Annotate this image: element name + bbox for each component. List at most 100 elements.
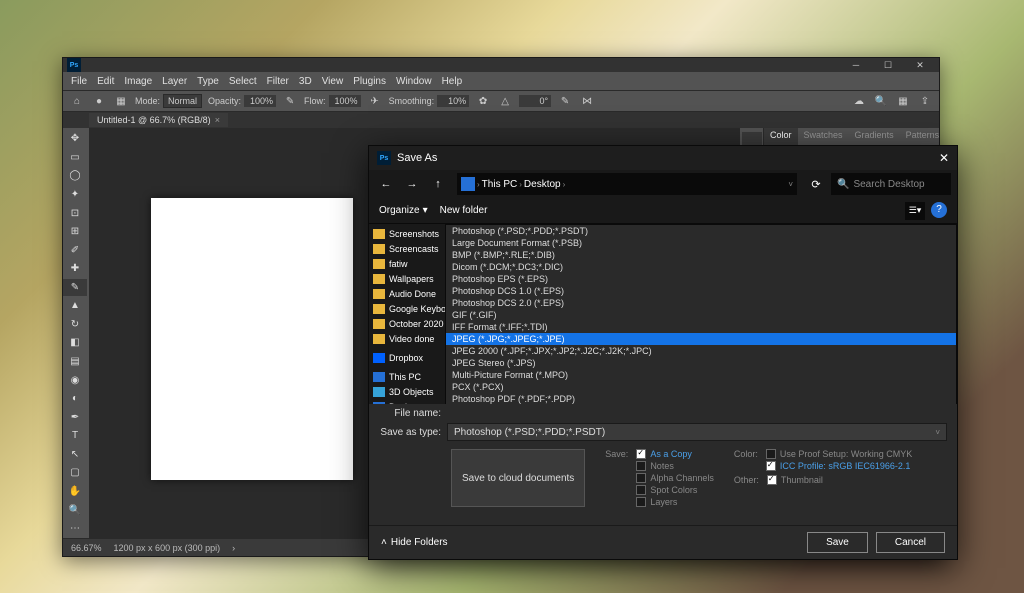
airbrush-icon[interactable]: ✈: [367, 93, 383, 109]
notes-checkbox[interactable]: [636, 461, 646, 471]
lasso-tool[interactable]: ◯: [63, 167, 87, 185]
dialog-close-button[interactable]: ✕: [939, 151, 949, 165]
tab-gradients[interactable]: Gradients: [849, 128, 900, 145]
tab-swatches[interactable]: Swatches: [798, 128, 849, 145]
frame-tool[interactable]: ⊞: [63, 223, 87, 241]
share-icon[interactable]: ⇪: [917, 93, 933, 109]
move-tool[interactable]: ✥: [63, 130, 87, 148]
history-brush-tool[interactable]: ↻: [63, 316, 87, 334]
format-option[interactable]: GIF (*.GIF): [446, 309, 956, 321]
thumbnail-checkbox[interactable]: [767, 475, 777, 485]
cancel-button[interactable]: Cancel: [876, 532, 945, 553]
pressure-opacity-icon[interactable]: ✎: [282, 93, 298, 109]
format-dropdown-list[interactable]: Photoshop (*.PSD;*.PDD;*.PSDT)Large Docu…: [445, 224, 957, 404]
hide-folders-button[interactable]: ˄ Hide Folders: [381, 537, 448, 548]
format-option[interactable]: Photoshop DCS 1.0 (*.EPS): [446, 285, 956, 297]
format-option[interactable]: BMP (*.BMP;*.RLE;*.DIB): [446, 249, 956, 261]
angle-value[interactable]: 0°: [519, 95, 551, 107]
menu-file[interactable]: File: [71, 76, 87, 87]
format-option[interactable]: Large Document Format (*.PSB): [446, 237, 956, 249]
mode-dropdown[interactable]: Normal: [163, 94, 202, 108]
format-option[interactable]: Photoshop EPS (*.EPS): [446, 273, 956, 285]
smoothing-options-icon[interactable]: ✿: [475, 93, 491, 109]
format-option[interactable]: Photoshop DCS 2.0 (*.EPS): [446, 297, 956, 309]
smoothing-value[interactable]: 10%: [437, 95, 469, 107]
format-option[interactable]: IFF Format (*.IFF;*.TDI): [446, 321, 956, 333]
edit-toolbar[interactable]: ⋯: [63, 520, 87, 538]
menu-3d[interactable]: 3D: [299, 76, 312, 87]
tab-patterns[interactable]: Patterns: [900, 128, 946, 145]
search-input[interactable]: 🔍 Search Desktop: [831, 173, 951, 195]
sidebar-item[interactable]: Audio Done: [369, 286, 445, 301]
format-option[interactable]: Dicom (*.DCM;*.DC3;*.DIC): [446, 261, 956, 273]
document-info[interactable]: 1200 px x 600 px (300 ppi): [114, 543, 221, 553]
sidebar-item[interactable]: This PC: [369, 369, 445, 384]
pressure-size-icon[interactable]: ✎: [557, 93, 573, 109]
brush-preset-icon[interactable]: ●: [91, 93, 107, 109]
sidebar-item[interactable]: Google Keybo: [369, 301, 445, 316]
save-as-type-dropdown[interactable]: Photoshop (*.PSD;*.PDD;*.PSDT) ˅: [447, 423, 947, 441]
menu-plugins[interactable]: Plugins: [353, 76, 386, 87]
home-icon[interactable]: ⌂: [69, 93, 85, 109]
gradient-tool[interactable]: ▤: [63, 353, 87, 371]
maximize-button[interactable]: ☐: [873, 59, 903, 71]
flow-value[interactable]: 100%: [329, 95, 361, 107]
symmetry-icon[interactable]: ⋈: [579, 93, 595, 109]
menu-help[interactable]: Help: [442, 76, 463, 87]
menu-filter[interactable]: Filter: [267, 76, 289, 87]
refresh-button[interactable]: ⟳: [805, 173, 827, 195]
alpha-checkbox[interactable]: [636, 473, 646, 483]
sidebar-item[interactable]: 3D Objects: [369, 384, 445, 399]
menu-window[interactable]: Window: [396, 76, 432, 87]
wand-tool[interactable]: ✦: [63, 186, 87, 204]
eyedropper-tool[interactable]: ✐: [63, 241, 87, 259]
tab-color[interactable]: Color: [764, 128, 798, 145]
sidebar-item[interactable]: Dropbox: [369, 350, 445, 365]
angle-icon[interactable]: △: [497, 93, 513, 109]
brush-tool[interactable]: ✎: [63, 279, 87, 297]
icc-checkbox[interactable]: [766, 461, 776, 471]
format-option[interactable]: PCX (*.PCX): [446, 381, 956, 393]
proof-checkbox[interactable]: [766, 449, 776, 459]
canvas[interactable]: [151, 198, 353, 480]
menu-edit[interactable]: Edit: [97, 76, 114, 87]
format-option[interactable]: Multi-Picture Format (*.MPO): [446, 369, 956, 381]
pen-tool[interactable]: ✒: [63, 408, 87, 426]
sidebar-item[interactable]: Wallpapers: [369, 271, 445, 286]
menu-type[interactable]: Type: [197, 76, 219, 87]
eraser-tool[interactable]: ◧: [63, 334, 87, 352]
menu-layer[interactable]: Layer: [162, 76, 187, 87]
search-icon[interactable]: 🔍: [873, 93, 889, 109]
sidebar-item[interactable]: fatiw: [369, 256, 445, 271]
sidebar-item[interactable]: Desktop: [369, 399, 445, 404]
close-window-button[interactable]: ✕: [905, 59, 935, 71]
as-copy-checkbox[interactable]: [636, 449, 646, 459]
format-option[interactable]: JPEG Stereo (*.JPS): [446, 357, 956, 369]
nav-up-button[interactable]: ↑: [427, 173, 449, 195]
format-option[interactable]: JPEG (*.JPG;*.JPEG;*.JPE): [446, 333, 956, 345]
path-this-pc[interactable]: This PC: [482, 179, 518, 190]
hand-tool[interactable]: ✋: [63, 483, 87, 501]
statusbar-chevron-icon[interactable]: ›: [232, 543, 235, 553]
blur-tool[interactable]: ◉: [63, 371, 87, 389]
path-tool[interactable]: ↖: [63, 446, 87, 464]
menu-select[interactable]: Select: [229, 76, 257, 87]
format-option[interactable]: JPEG 2000 (*.JPF;*.JPX;*.JP2;*.J2C;*.J2K…: [446, 345, 956, 357]
path-dropdown-icon[interactable]: ˅: [788, 180, 793, 189]
menu-image[interactable]: Image: [124, 76, 152, 87]
workspace-icon[interactable]: ▦: [895, 93, 911, 109]
document-tab[interactable]: Untitled-1 @ 66.7% (RGB/8) ×: [89, 113, 228, 127]
zoom-level[interactable]: 66.67%: [71, 543, 102, 553]
zoom-tool[interactable]: 🔍: [63, 501, 87, 519]
format-option[interactable]: Photoshop (*.PSD;*.PDD;*.PSDT): [446, 225, 956, 237]
spot-checkbox[interactable]: [636, 485, 646, 495]
path-desktop[interactable]: Desktop: [524, 179, 561, 190]
marquee-tool[interactable]: ▭: [63, 149, 87, 167]
crop-tool[interactable]: ⊡: [63, 204, 87, 222]
sidebar-item[interactable]: October 2020: [369, 316, 445, 331]
menu-view[interactable]: View: [322, 76, 344, 87]
nav-forward-button[interactable]: →: [401, 173, 423, 195]
dodge-tool[interactable]: ◐: [63, 390, 87, 408]
sidebar-item[interactable]: Screenshots: [369, 226, 445, 241]
save-button[interactable]: Save: [807, 532, 868, 553]
